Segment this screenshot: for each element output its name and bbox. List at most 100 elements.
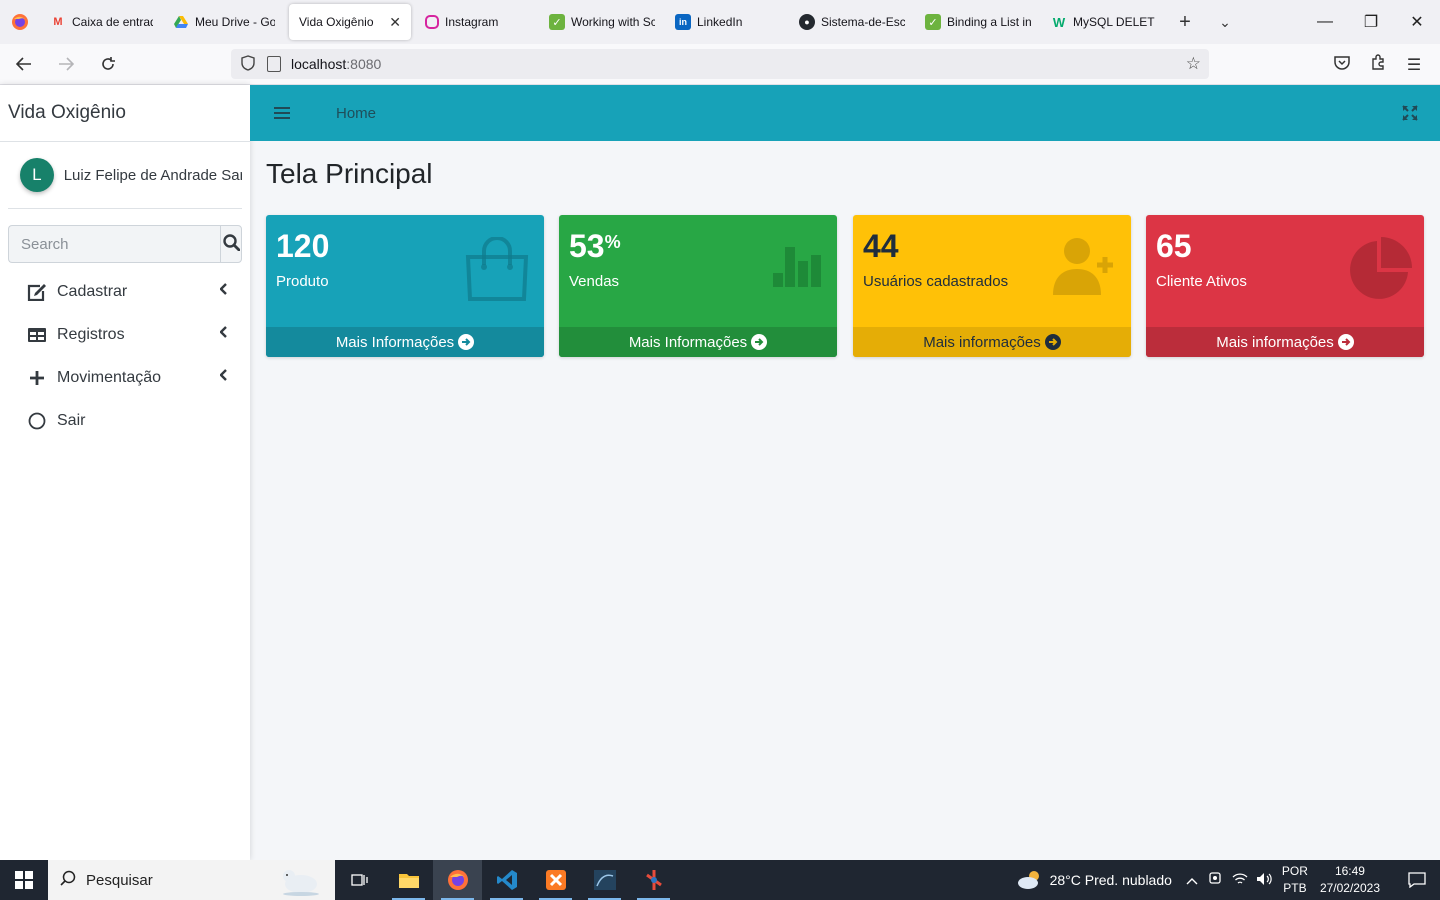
minimize-icon[interactable]: — <box>1302 13 1348 31</box>
menu-icon[interactable]: ☰ <box>1396 55 1432 75</box>
clock[interactable]: 16:49 27/02/2023 <box>1320 863 1380 897</box>
chevron-up-icon[interactable] <box>1186 872 1198 888</box>
sidebar-item-movimentacao[interactable]: Movimentação <box>8 356 242 399</box>
file-explorer-icon[interactable] <box>384 860 433 900</box>
browser-tab[interactable]: ✓ Binding a List in <box>915 4 1041 40</box>
shield-icon[interactable] <box>241 54 257 74</box>
sidebar-item-label: Registros <box>57 325 125 343</box>
task-view-icon[interactable] <box>335 860 384 900</box>
more-info-link[interactable]: Mais Informações <box>266 327 544 357</box>
cloud-icon <box>1016 869 1044 892</box>
search-input[interactable] <box>8 225 220 263</box>
notifications-icon[interactable] <box>1394 872 1440 888</box>
chevron-left-icon <box>219 325 228 343</box>
chevron-left-icon <box>219 282 228 300</box>
list-tabs-icon[interactable]: ⌄ <box>1205 14 1245 31</box>
wifi-icon[interactable] <box>1232 872 1248 889</box>
linkedin-icon: in <box>675 14 691 30</box>
edit-icon <box>26 281 48 303</box>
search-button[interactable] <box>220 225 242 263</box>
close-window-icon[interactable]: ✕ <box>1394 12 1440 32</box>
back-icon[interactable] <box>6 48 42 80</box>
git-gui-icon[interactable] <box>629 860 678 900</box>
browser-tab[interactable]: in LinkedIn <box>665 4 789 40</box>
language-indicator[interactable]: POR PTB <box>1282 863 1308 897</box>
reload-icon[interactable] <box>90 48 126 80</box>
url-port: :8080 <box>346 56 382 72</box>
weather-text: 28°C Pred. nublado <box>1049 872 1172 888</box>
home-link[interactable]: Home <box>336 105 376 122</box>
browser-tab-strip: M Caixa de entrad Meu Drive - Goo Vida O… <box>0 0 1440 44</box>
sidebar-item-cadastrar[interactable]: Cadastrar <box>8 270 242 313</box>
windows-start-icon[interactable] <box>0 860 48 900</box>
firefox-taskbar-icon[interactable] <box>433 860 482 900</box>
new-tab-icon[interactable]: + <box>1165 11 1205 34</box>
fullscreen-icon[interactable] <box>1402 105 1418 126</box>
bookmark-star-icon[interactable]: ☆ <box>1186 54 1201 74</box>
mysql-workbench-icon[interactable] <box>580 860 629 900</box>
user-plus-icon <box>1051 237 1117 300</box>
firefox-icon[interactable] <box>0 0 40 44</box>
xampp-icon[interactable] <box>531 860 580 900</box>
window-controls: — ❐ ✕ <box>1302 0 1440 44</box>
browser-tab[interactable]: ✓ Working with Sc <box>539 4 665 40</box>
avatar: L <box>20 158 54 192</box>
main-header: Home <box>250 85 1440 141</box>
page-title: Tela Principal <box>266 158 433 189</box>
vscode-icon[interactable] <box>482 860 531 900</box>
spring-icon: ✓ <box>925 14 941 30</box>
plus-icon <box>26 367 48 389</box>
search-icon <box>60 870 76 890</box>
browser-tab[interactable]: Meu Drive - Goo <box>163 4 285 40</box>
instagram-icon <box>425 15 439 29</box>
w3schools-icon: W <box>1052 14 1066 30</box>
stat-box-produto: 120 Produto Mais Informações <box>266 215 544 357</box>
close-tab-icon[interactable]: ✕ <box>389 14 401 31</box>
spring-icon: ✓ <box>549 14 565 30</box>
brand-link[interactable]: Vida Oxigênio <box>0 85 250 142</box>
sidebar-item-label: Sair <box>57 411 86 429</box>
meet-now-icon[interactable] <box>1208 871 1222 890</box>
browser-tab-active[interactable]: Vida Oxigênio ✕ <box>289 4 411 40</box>
sidebar-item-label: Movimentação <box>57 368 162 386</box>
more-info-link[interactable]: Mais informações <box>853 327 1131 357</box>
circle-icon <box>26 410 48 432</box>
page-icon[interactable] <box>267 56 281 72</box>
weather-widget[interactable]: 28°C Pred. nublado <box>1016 869 1172 892</box>
google-drive-icon <box>173 14 189 30</box>
browser-tab[interactable]: Instagram <box>415 4 539 40</box>
sidebar: Vida Oxigênio L Luiz Felipe de Andrade S… <box>0 85 250 860</box>
arrow-circle-right-icon <box>1337 334 1354 350</box>
user-panel[interactable]: L Luiz Felipe de Andrade Santos <box>8 142 242 209</box>
pie-chart-icon <box>1348 237 1412 306</box>
browser-tab[interactable]: ● Sistema-de-Esc <box>789 4 915 40</box>
more-info-link[interactable]: Mais Informações <box>559 327 837 357</box>
sidebar-item-sair[interactable]: Sair <box>8 399 242 442</box>
arrow-circle-right-icon <box>1044 334 1061 350</box>
restore-icon[interactable]: ❐ <box>1348 12 1394 32</box>
arrow-circle-right-icon <box>458 334 475 350</box>
taskbar-search[interactable]: Pesquisar <box>48 860 335 900</box>
extensions-icon[interactable] <box>1360 54 1396 75</box>
pocket-icon[interactable] <box>1324 55 1360 75</box>
table-icon <box>26 324 48 346</box>
browser-tab[interactable]: W MySQL DELETE <box>1041 4 1165 40</box>
sidebar-search <box>8 225 242 263</box>
volume-icon[interactable] <box>1256 872 1274 889</box>
chevron-left-icon <box>219 368 228 386</box>
bar-chart-icon <box>771 237 823 292</box>
browser-tab[interactable]: M Caixa de entrad <box>40 4 163 40</box>
sidebar-item-label: Cadastrar <box>57 282 128 300</box>
stat-box-vendas: 53% Vendas Mais Informações <box>559 215 837 357</box>
stat-box-clientes: 65 Cliente Ativos Mais informações <box>1146 215 1424 357</box>
browser-navbar: localhost:8080 ☆ ☰ <box>0 44 1440 85</box>
sidebar-item-registros[interactable]: Registros <box>8 313 242 356</box>
forward-icon[interactable] <box>48 48 84 80</box>
more-info-link[interactable]: Mais informações <box>1146 327 1424 357</box>
shopping-bag-icon <box>464 236 530 306</box>
arrow-circle-right-icon <box>751 334 768 350</box>
user-name[interactable]: Luiz Felipe de Andrade Santos <box>64 167 242 184</box>
gmail-icon: M <box>53 16 63 28</box>
url-bar[interactable]: localhost:8080 ☆ <box>231 49 1209 79</box>
hamburger-icon[interactable] <box>274 104 290 122</box>
